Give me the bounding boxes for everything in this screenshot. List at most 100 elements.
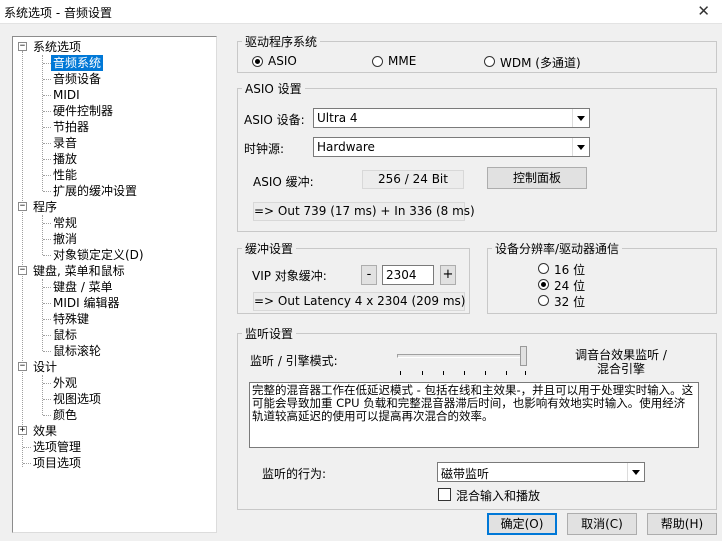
clock-source-label: 时钟源: [244,142,285,156]
buffer-latency-readout: => Out Latency 4 x 2304 (209 ms) [253,292,465,311]
tree-item-mouse-wheel[interactable]: 鼠标滚轮 [51,343,103,359]
tree-item-midi[interactable]: MIDI [51,87,82,103]
tree-item-keyboard-menu-mouse[interactable]: 键盘, 菜单和鼠标 [31,263,127,279]
cancel-button[interactable]: 取消(C) [567,513,637,535]
collapse-icon[interactable]: − [18,42,27,51]
tree-line [23,447,31,448]
tree-item-view-options[interactable]: 视图选项 [51,391,103,407]
mix-input-checkbox[interactable] [438,488,451,501]
clock-source-select[interactable]: Hardware [313,137,590,157]
tree-line [43,303,51,304]
tree-line [22,51,23,467]
resolution-16-label: 16 位 [554,263,586,277]
tree-item-extended-buffer[interactable]: 扩展的缓冲设置 [51,183,139,199]
tree-item-performance[interactable]: 性能 [51,167,79,183]
title-bar: 系统选项 - 音频设置 ✕ [0,0,722,24]
slider-tick [400,371,401,375]
monitor-behavior-label: 监听的行为: [262,467,327,481]
asio-device-select[interactable]: Ultra 4 [313,108,590,128]
radio-driver-asio[interactable] [252,56,263,67]
chevron-down-icon [572,109,589,127]
slider-tick [485,371,486,375]
tree-item-hardware-controllers[interactable]: 硬件控制器 [51,103,115,119]
tree-item-recording[interactable]: 录音 [51,135,79,151]
tree-line [43,175,51,176]
radio-resolution-16[interactable] [538,263,549,274]
driver-asio-label: ASIO [268,54,297,68]
tree-line [42,375,43,415]
tree-item-program[interactable]: 程序 [31,199,59,215]
monitor-behavior-value: 磁带监听 [441,467,490,481]
mix-input-label: 混合输入和播放 [456,489,541,503]
tree-item-keyboard-menu[interactable]: 键盘 / 菜单 [51,279,115,295]
monitor-description-text[interactable]: 完整的混音器工作在低延迟模式 - 包括在线和主效果-，并且可以用于处理实时输入。… [249,382,699,448]
tree-item-appearance[interactable]: 外观 [51,375,79,391]
driver-group: 驱动程序系统 [237,33,717,73]
tree-item-mouse[interactable]: 鼠标 [51,327,79,343]
tree-line [43,335,51,336]
help-button[interactable]: 帮助(H) [647,513,717,535]
collapse-icon[interactable]: − [18,202,27,211]
asio-device-label: ASIO 设备: [244,113,305,127]
monitor-mode-right-label-2: 混合引擎 [596,362,645,376]
tree-item-audio-devices[interactable]: 音频设备 [51,71,103,87]
vip-buffer-input[interactable]: 2304 [382,265,434,285]
monitor-mode-slider-thumb[interactable] [520,346,527,366]
tree-item-metronome[interactable]: 节拍器 [51,119,91,135]
tree-item-system-options[interactable]: 系统选项 [31,39,83,55]
tree-line [43,383,51,384]
tree-line [42,279,43,351]
slider-tick [525,371,526,375]
asio-latency-readout: => Out 739 (17 ms) + In 336 (8 ms) [253,202,475,221]
tree-item-effects[interactable]: 效果 [31,423,59,439]
expand-icon[interactable]: + [18,426,27,435]
tree-item-colors[interactable]: 颜色 [51,407,79,423]
slider-tick [443,371,444,375]
tree-item-object-lock[interactable]: 对象锁定定义(D) [51,247,146,263]
tree-line [43,239,51,240]
asio-buffer-label: ASIO 缓冲: [253,175,314,189]
radio-resolution-32[interactable] [538,295,549,306]
tree-item-project-options[interactable]: 项目选项 [31,455,83,471]
tree-line [43,111,51,112]
tree-line [43,287,51,288]
chevron-down-icon [627,463,644,481]
close-icon[interactable]: ✕ [697,2,710,20]
tree-item-midi-editor[interactable]: MIDI 编辑器 [51,295,122,311]
collapse-icon[interactable]: − [18,266,27,275]
tree-line [43,255,51,256]
tree-item-audio-system[interactable]: 音频系统 [51,55,104,71]
radio-resolution-24[interactable] [538,279,549,290]
buffer-legend: 缓冲设置 [245,242,294,256]
tree-item-general[interactable]: 常规 [51,215,79,231]
driver-wdm-label: WDM (多通道) [500,56,581,70]
driver-mme-label: MME [388,54,417,68]
vip-buffer-decrement-button[interactable]: - [361,265,377,285]
tree-item-special-keys[interactable]: 特殊键 [51,311,91,327]
tree-item-undo[interactable]: 撤消 [51,231,79,247]
collapse-icon[interactable]: − [18,362,27,371]
monitor-mode-slider-track[interactable] [397,354,527,358]
window-title: 系统选项 - 音频设置 [4,6,112,20]
tree-item-design[interactable]: 设计 [31,359,59,375]
driver-legend: 驱动程序系统 [245,35,318,49]
tree-line [43,351,51,352]
slider-tick [422,371,423,375]
radio-driver-mme[interactable] [372,56,383,67]
monitor-behavior-select[interactable]: 磁带监听 [437,462,645,482]
options-tree[interactable]: − 系统选项 音频系统 音频设备 MIDI 硬件控制器 节拍器 录音 播放 性能 扩展的缓冲设置 − 程… [12,36,217,533]
chevron-down-icon [572,138,589,156]
tree-item-playback[interactable]: 播放 [51,151,79,167]
tree-line [43,143,51,144]
tree-line [43,399,51,400]
vip-buffer-increment-button[interactable]: + [440,265,456,285]
control-panel-button[interactable]: 控制面板 [487,167,587,189]
ok-button[interactable]: 确定(O) [487,513,557,535]
tree-line [43,95,51,96]
tree-line [43,127,51,128]
tree-line [23,463,31,464]
tree-item-option-manager[interactable]: 选项管理 [31,439,83,455]
radio-driver-wdm[interactable] [484,56,495,67]
tree-line [43,415,51,416]
clock-source-value: Hardware [317,140,375,154]
